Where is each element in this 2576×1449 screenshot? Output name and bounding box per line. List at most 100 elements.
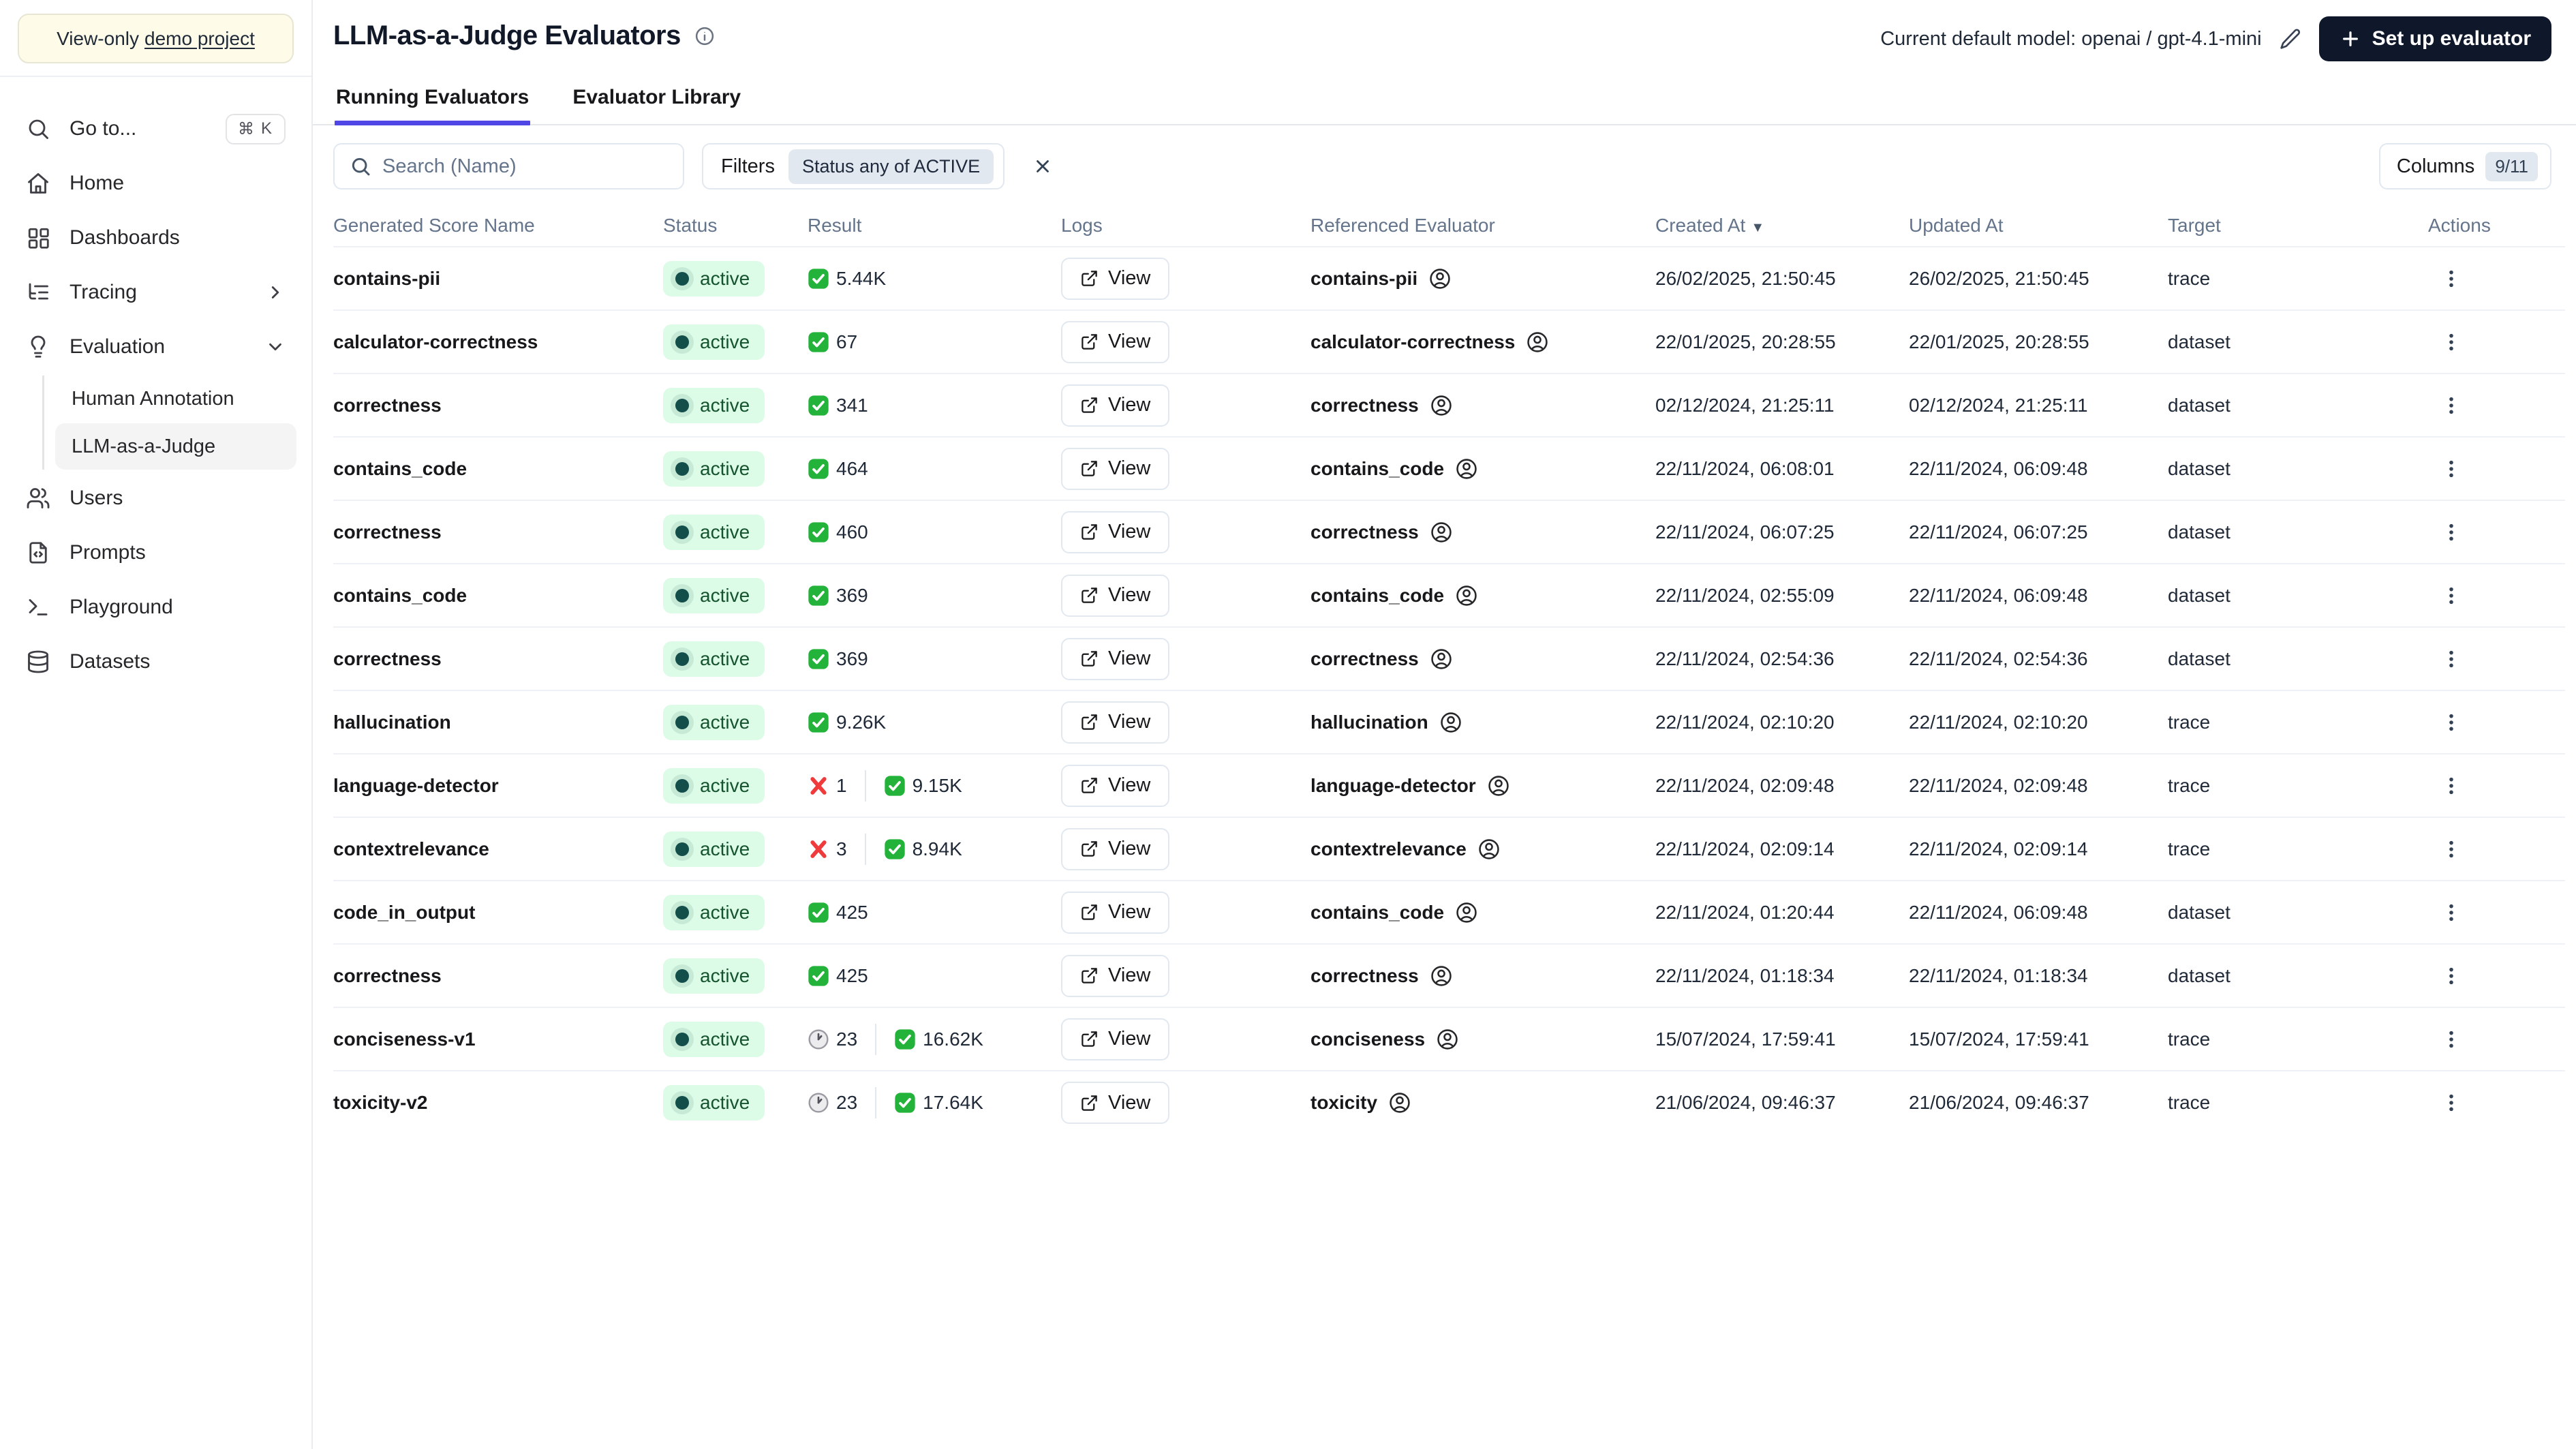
table-row[interactable]: correctness active 460 View correctness … [333, 500, 2565, 564]
sidebar-item-playground[interactable]: Playground [15, 580, 296, 635]
columns-button[interactable]: Columns 9/11 [2378, 143, 2551, 189]
view-logs-button[interactable]: View [1061, 447, 1170, 490]
search-input[interactable] [382, 155, 668, 178]
view-logs-button[interactable]: View [1061, 701, 1170, 744]
updated-at: 22/11/2024, 02:09:14 [1909, 838, 2088, 859]
referenced-evaluator-cell[interactable]: calculator-correctness [1310, 331, 1639, 354]
row-actions-menu-button[interactable] [2432, 577, 2470, 615]
table-row[interactable]: language-detector active 1 9.15K View la… [333, 754, 2565, 817]
view-logs-button[interactable]: View [1061, 1018, 1170, 1061]
row-actions-menu-button[interactable] [2432, 1020, 2470, 1058]
row-actions-menu-button[interactable] [2432, 640, 2470, 678]
clear-filters-button[interactable] [1022, 146, 1063, 187]
table-row[interactable]: correctness active 425 View correctness … [333, 944, 2565, 1007]
referenced-evaluator-cell[interactable]: conciseness [1310, 1028, 1639, 1051]
column-header-logs[interactable]: Logs [1061, 204, 1310, 247]
table-row[interactable]: correctness active 341 View correctness … [333, 373, 2565, 437]
table-row[interactable]: contains_code active 464 View contains_c… [333, 437, 2565, 500]
row-actions-menu-button[interactable] [2432, 260, 2470, 298]
sidebar-item-prompts[interactable]: Prompts [15, 525, 296, 580]
view-logs-button[interactable]: View [1061, 384, 1170, 427]
row-actions-menu-button[interactable] [2432, 703, 2470, 742]
row-actions-menu-button[interactable] [2432, 450, 2470, 488]
table-row[interactable]: hallucination active 9.26K View hallucin… [333, 690, 2565, 754]
tab-evaluator-library[interactable]: Evaluator Library [571, 86, 742, 124]
row-actions-menu-button[interactable] [2432, 894, 2470, 932]
sidebar-item-go-to[interactable]: Go to... ⌘ K [15, 102, 296, 156]
referenced-evaluator-name: correctness [1310, 521, 1419, 543]
status-label: active [700, 394, 750, 416]
table-row[interactable]: conciseness-v1 active 23 16.62K View con… [333, 1007, 2565, 1071]
result-success: 460 [808, 521, 868, 543]
sidebar-item-human-annotation[interactable]: Human Annotation [55, 376, 296, 422]
sidebar-item-users[interactable]: Users [15, 471, 296, 525]
table-row[interactable]: contextrelevance active 3 8.94K View con… [333, 817, 2565, 881]
table-row[interactable]: toxicity-v2 active 23 17.64K View toxici… [333, 1071, 2565, 1134]
referenced-evaluator-cell[interactable]: correctness [1310, 394, 1639, 417]
row-actions-menu-button[interactable] [2432, 767, 2470, 805]
view-logs-button[interactable]: View [1061, 954, 1170, 997]
pending-count: 23 [836, 1092, 858, 1113]
table-row[interactable]: correctness active 369 View correctness … [333, 627, 2565, 690]
search-box[interactable] [333, 143, 684, 189]
column-header-status[interactable]: Status [663, 204, 808, 247]
sidebar-item-tracing[interactable]: Tracing [15, 265, 296, 320]
referenced-evaluator-name: toxicity [1310, 1092, 1378, 1113]
success-count: 17.64K [923, 1092, 983, 1113]
filter-badge[interactable]: Status any of ACTIVE [788, 149, 994, 184]
view-logs-button[interactable]: View [1061, 257, 1170, 300]
referenced-evaluator-cell[interactable]: toxicity [1310, 1091, 1639, 1114]
sidebar-item-evaluation[interactable]: Evaluation [15, 320, 296, 374]
row-actions-menu-button[interactable] [2432, 830, 2470, 868]
column-header-result[interactable]: Result [808, 204, 1061, 247]
view-logs-button[interactable]: View [1061, 574, 1170, 617]
referenced-evaluator-cell[interactable]: contains_code [1310, 901, 1639, 924]
column-header-referenced-evaluator[interactable]: Referenced Evaluator [1310, 204, 1655, 247]
row-actions-menu-button[interactable] [2432, 957, 2470, 995]
view-logs-button[interactable]: View [1061, 510, 1170, 553]
sidebar-item-home[interactable]: Home [15, 156, 296, 211]
result-divider [875, 1087, 877, 1118]
referenced-evaluator-cell[interactable]: contextrelevance [1310, 838, 1639, 861]
referenced-evaluator-cell[interactable]: correctness [1310, 647, 1639, 671]
table-row[interactable]: contains_code active 369 View contains_c… [333, 564, 2565, 627]
view-logs-button[interactable]: View [1061, 764, 1170, 807]
referenced-evaluator-cell[interactable]: language-detector [1310, 774, 1639, 797]
set-up-evaluator-button[interactable]: Set up evaluator [2318, 16, 2551, 61]
row-actions-menu-button[interactable] [2432, 323, 2470, 361]
sidebar-item-datasets[interactable]: Datasets [15, 635, 296, 689]
tab-running-evaluators[interactable]: Running Evaluators [335, 86, 531, 125]
view-logs-button[interactable]: View [1061, 1082, 1170, 1124]
view-only-banner[interactable]: View-only demo project [18, 14, 294, 63]
table-row[interactable]: calculator-correctness active 67 View ca… [333, 310, 2565, 373]
view-logs-button[interactable]: View [1061, 320, 1170, 363]
generated-score-name: hallucination [333, 711, 451, 733]
table-row[interactable]: contains-pii active 5.44K View contains-… [333, 247, 2565, 310]
referenced-evaluator-cell[interactable]: correctness [1310, 521, 1639, 544]
row-actions-menu-button[interactable] [2432, 513, 2470, 551]
row-actions-menu-button[interactable] [2432, 386, 2470, 425]
filters-button[interactable]: Filters Status any of ACTIVE [702, 143, 1005, 189]
column-header-generated-score-name[interactable]: Generated Score Name [333, 204, 663, 247]
row-actions-menu-button[interactable] [2432, 1084, 2470, 1122]
view-logs-button[interactable]: View [1061, 827, 1170, 870]
column-header-target[interactable]: Target [2168, 204, 2428, 247]
sidebar-item-llm-as-a-judge[interactable]: LLM-as-a-Judge [55, 423, 296, 470]
referenced-evaluator-cell[interactable]: contains-pii [1310, 267, 1639, 290]
target: dataset [2168, 964, 2230, 986]
referenced-evaluator-cell[interactable]: contains_code [1310, 457, 1639, 481]
referenced-evaluator-cell[interactable]: correctness [1310, 964, 1639, 988]
view-logs-button[interactable]: View [1061, 637, 1170, 680]
external-link-icon [1082, 1095, 1097, 1111]
demo-project-link[interactable]: demo project [144, 28, 255, 50]
edit-model-pencil-icon[interactable] [2280, 28, 2301, 50]
column-header-created-at[interactable]: Created At ▼ [1655, 204, 1909, 247]
info-icon[interactable] [694, 26, 715, 46]
column-header-updated-at[interactable]: Updated At [1909, 204, 2168, 247]
view-logs-button[interactable]: View [1061, 891, 1170, 934]
target: dataset [2168, 331, 2230, 352]
sidebar-item-dashboards[interactable]: Dashboards [15, 211, 296, 265]
table-row[interactable]: code_in_output active 425 View contains_… [333, 881, 2565, 944]
referenced-evaluator-cell[interactable]: contains_code [1310, 584, 1639, 607]
referenced-evaluator-cell[interactable]: hallucination [1310, 711, 1639, 734]
